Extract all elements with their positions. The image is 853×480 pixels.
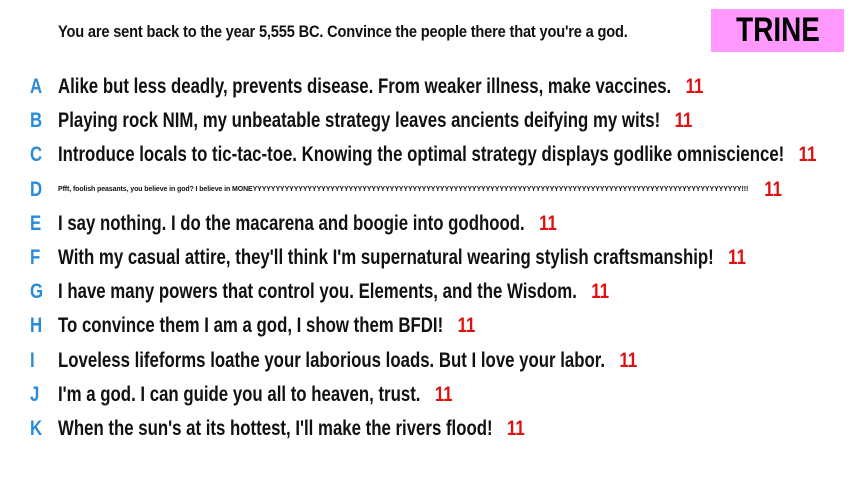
answer-row-e: E I say nothing. I do the macarena and b… — [0, 207, 853, 241]
answer-line: Loveless lifeforms loathe your laborious… — [58, 349, 637, 373]
answer-score: 11 — [674, 109, 693, 133]
answer-score: 11 — [591, 280, 610, 304]
answer-letter: B — [30, 109, 43, 133]
answer-text: Pfft, foolish peasants, you believe in g… — [58, 186, 749, 194]
answer-score: 11 — [507, 416, 525, 440]
answer-score: 11 — [539, 211, 557, 235]
answer-line: I'm a god. I can guide you all to heaven… — [58, 383, 453, 407]
answer-letter: K — [30, 416, 43, 440]
answer-text: Loveless lifeforms loathe your laborious… — [58, 348, 606, 372]
answer-row-c: C Introduce locals to tic-tac-toe. Knowi… — [0, 138, 853, 172]
answer-row-j: J I'm a god. I can guide you all to heav… — [0, 378, 853, 412]
answer-score: 11 — [685, 75, 704, 99]
answer-text: With my casual attire, they'll think I'm… — [58, 246, 714, 270]
answer-score: 11 — [798, 143, 817, 167]
answer-text: I'm a god. I can guide you all to heaven… — [58, 382, 421, 406]
answer-line: Introduce locals to tic-tac-toe. Knowing… — [58, 143, 816, 167]
answer-row-b: B Playing rock NIM, my unbeatable strate… — [0, 104, 853, 138]
answer-text: I say nothing. I do the macarena and boo… — [58, 211, 525, 235]
answer-line: When the sun's at its hottest, I'll make… — [58, 417, 525, 441]
answer-text: Introduce locals to tic-tac-toe. Knowing… — [58, 143, 785, 167]
answer-text: Playing rock NIM, my unbeatable strategy… — [58, 109, 661, 133]
answer-text: I have many powers that control you. Ele… — [58, 280, 577, 304]
answer-line: I have many powers that control you. Ele… — [58, 280, 609, 304]
answer-letter: D — [30, 177, 43, 201]
answer-line: With my casual attire, they'll think I'm… — [58, 246, 746, 270]
answer-score: 11 — [457, 314, 476, 338]
answer-score: 11 — [434, 382, 453, 406]
answer-text: To convince them I am a god, I show them… — [58, 314, 444, 338]
answer-score: 11 — [764, 177, 783, 201]
answer-letter: C — [30, 143, 43, 167]
answer-row-a: A Alike but less deadly, prevents diseas… — [0, 70, 853, 104]
answer-row-f: F With my casual attire, they'll think I… — [0, 241, 853, 275]
answer-letter: G — [30, 280, 44, 304]
answer-letter: H — [30, 314, 43, 338]
answer-score: 11 — [728, 246, 746, 270]
answer-list: A Alike but less deadly, prevents diseas… — [0, 70, 853, 446]
answer-line: Alike but less deadly, prevents disease.… — [58, 75, 703, 99]
answer-text: When the sun's at its hottest, I'll make… — [58, 416, 493, 440]
answer-line: I say nothing. I do the macarena and boo… — [58, 212, 557, 236]
answer-row-g: G I have many powers that control you. E… — [0, 275, 853, 309]
answer-text: Alike but less deadly, prevents disease.… — [58, 75, 672, 99]
answer-letter: A — [30, 75, 43, 99]
answer-row-i: I Loveless lifeforms loathe your laborio… — [0, 344, 853, 378]
answer-line: To convince them I am a god, I show them… — [58, 314, 475, 338]
team-badge-label: TRINE — [735, 11, 820, 49]
answer-letter: I — [30, 348, 35, 372]
team-badge: TRINE — [711, 9, 844, 52]
answer-letter: E — [30, 211, 42, 235]
answer-line: Playing rock NIM, my unbeatable strategy… — [58, 109, 692, 133]
answer-row-h: H To convince them I am a god, I show th… — [0, 309, 853, 343]
answer-letter: F — [30, 246, 41, 270]
answer-score: 11 — [619, 348, 638, 372]
prompt-text: You are sent back to the year 5,555 BC. … — [58, 22, 628, 41]
answer-letter: J — [30, 382, 40, 406]
answer-row-d: D Pfft, foolish peasants, you believe in… — [0, 173, 853, 207]
answer-row-k: K When the sun's at its hottest, I'll ma… — [0, 412, 853, 446]
answer-line: Pfft, foolish peasants, you believe in g… — [58, 178, 784, 202]
